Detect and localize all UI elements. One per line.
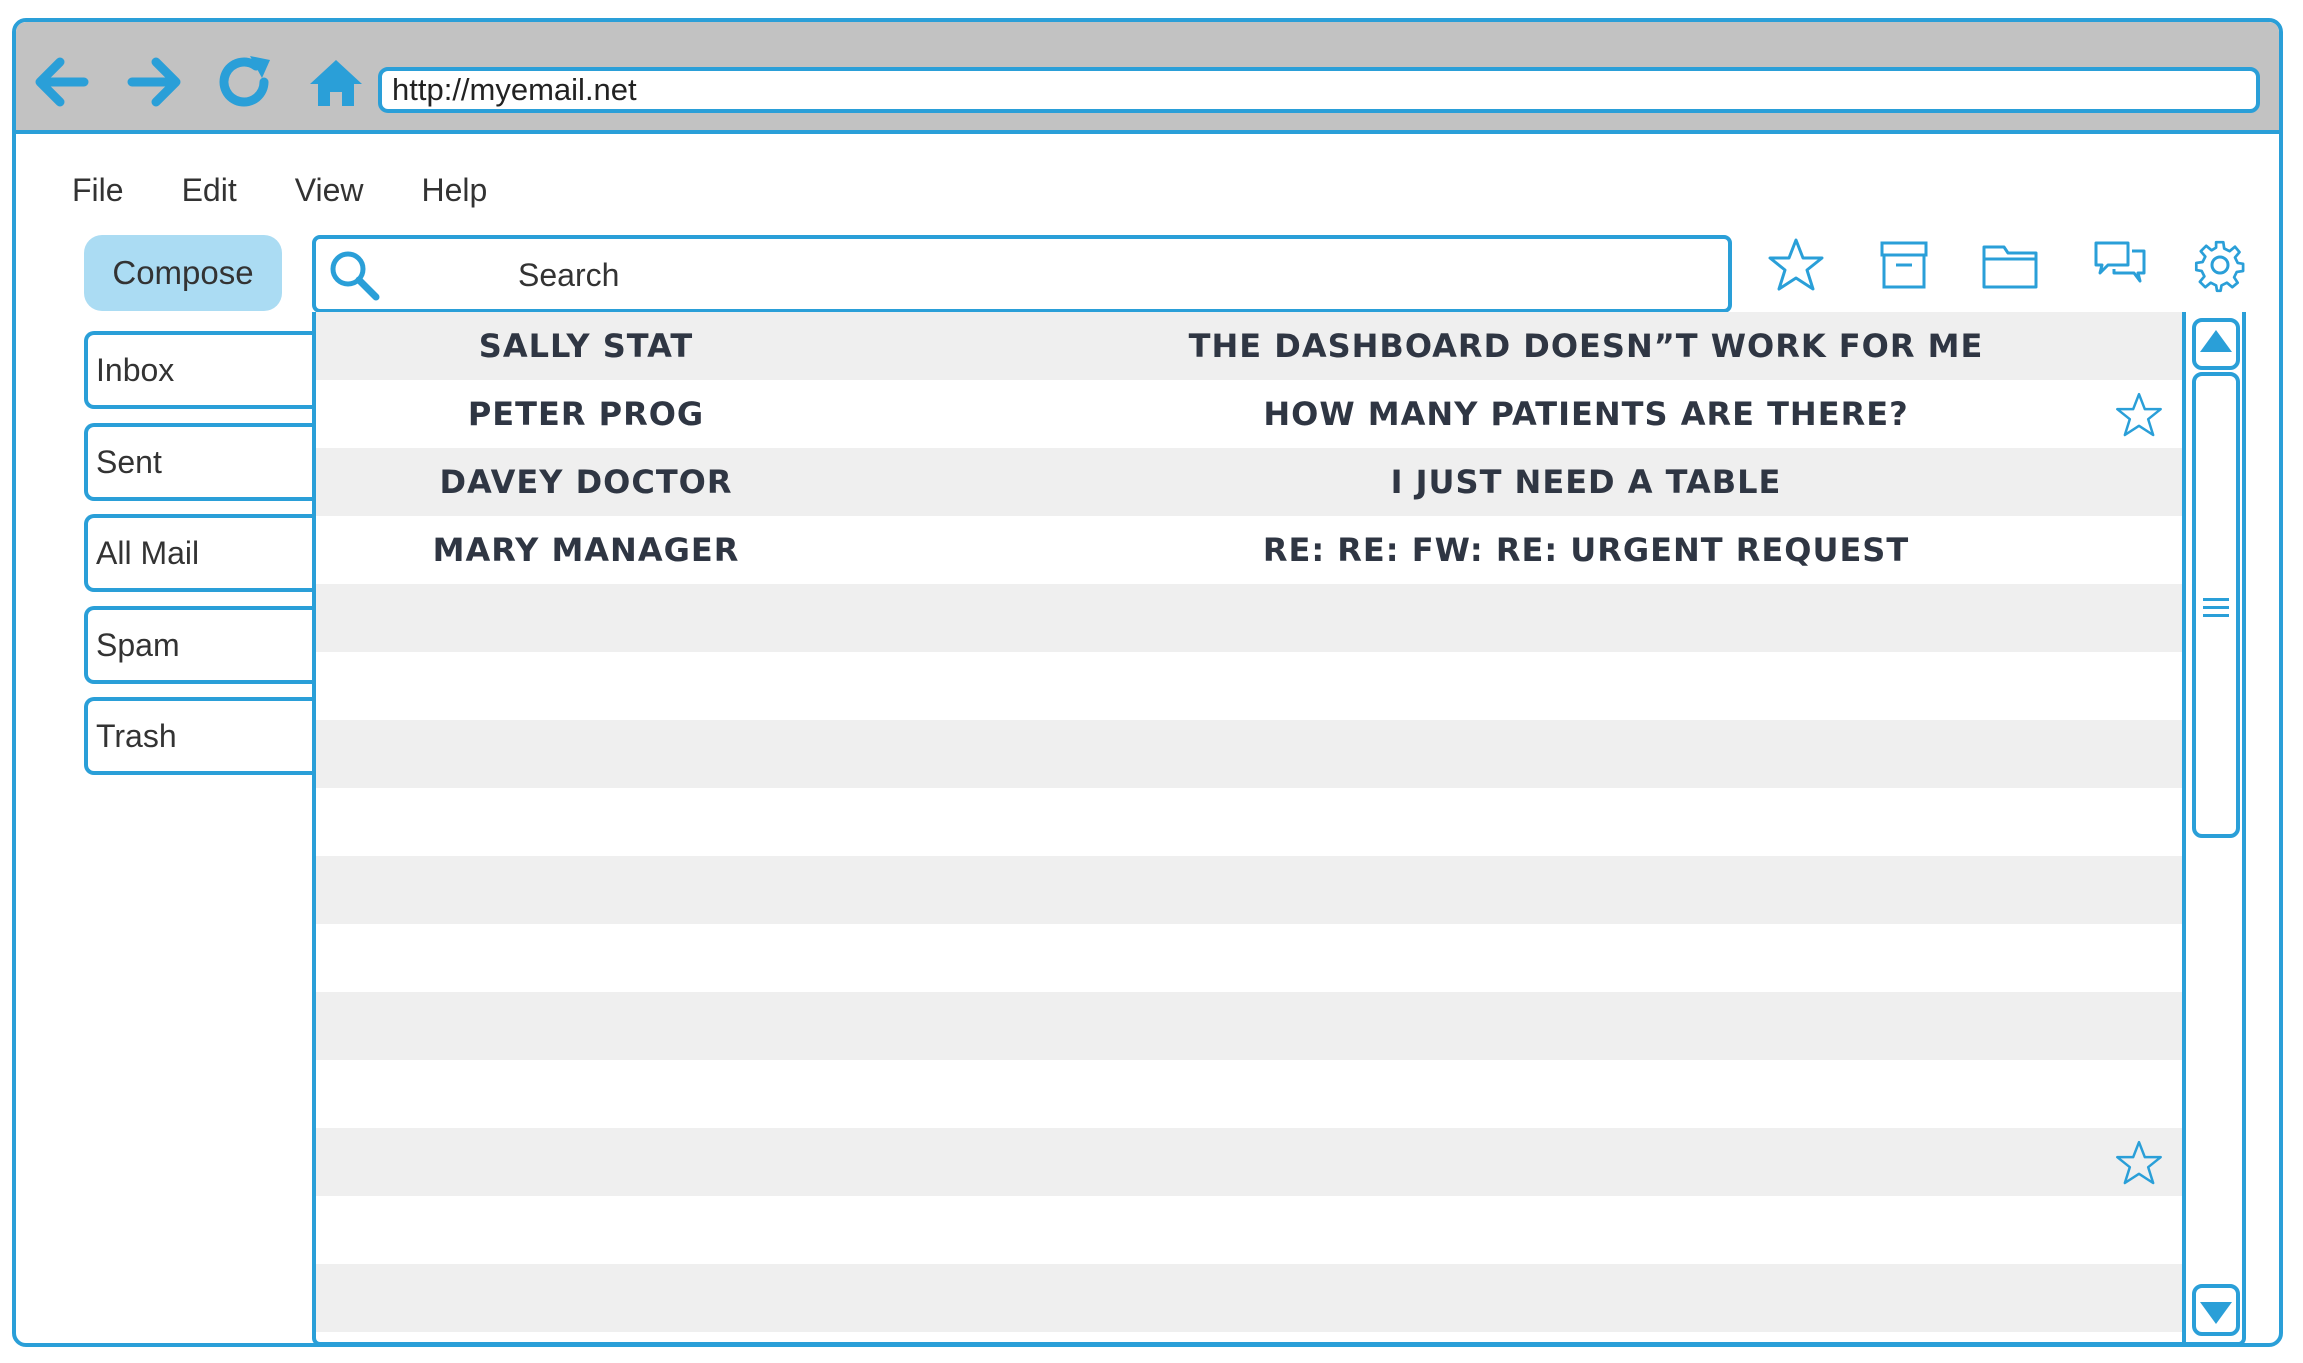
email-sender: SALLY STAT (478, 327, 694, 365)
star-icon[interactable] (2114, 390, 2164, 440)
email-list: SALLY STAT THE DASHBOARD DOESN”T WORK FOR… (312, 312, 2246, 1343)
email-row[interactable] (316, 1196, 2182, 1264)
scroll-down-button[interactable] (2192, 1284, 2240, 1336)
email-sender (316, 1196, 856, 1264)
email-row[interactable] (316, 856, 2182, 924)
email-subject (1036, 1128, 2136, 1196)
email-subject (1036, 856, 2136, 924)
folder-inbox[interactable]: Inbox (84, 331, 312, 409)
folder-all-mail[interactable]: All Mail (84, 514, 312, 592)
email-sender (316, 1060, 856, 1128)
email-sender (316, 584, 856, 652)
url-bar[interactable]: http://myemail.net (378, 67, 2260, 113)
email-sender: MARY MANAGER (432, 531, 740, 569)
menu-edit[interactable]: Edit (182, 172, 237, 222)
scroll-up-button[interactable] (2192, 318, 2240, 370)
menu-bar: File Edit View Help (72, 172, 545, 222)
email-subject (1036, 1196, 2136, 1264)
email-sender (316, 1264, 856, 1332)
compose-button[interactable]: Compose (84, 235, 282, 311)
email-sender (316, 924, 856, 992)
email-subject: HOW MANY PATIENTS ARE THERE? (1263, 395, 1909, 433)
email-row[interactable] (316, 584, 2182, 652)
email-row[interactable] (316, 788, 2182, 856)
email-row[interactable]: SALLY STAT THE DASHBOARD DOESN”T WORK FOR… (316, 312, 2182, 380)
menu-help[interactable]: Help (421, 172, 487, 222)
email-sender (316, 652, 856, 720)
email-subject (1036, 924, 2136, 992)
email-row[interactable] (316, 924, 2182, 992)
chat-icon[interactable] (2090, 235, 2150, 295)
star-icon[interactable] (2114, 1138, 2164, 1188)
email-subject (1036, 1060, 2136, 1128)
browser-window: http://myemail.net File Edit View Help C… (12, 18, 2283, 1347)
email-subject (1036, 584, 2136, 652)
email-subject: THE DASHBOARD DOESN”T WORK FOR ME (1188, 327, 1984, 365)
forward-arrow-icon[interactable] (126, 52, 186, 112)
email-sender: DAVEY DOCTOR (439, 463, 733, 501)
email-subject (1036, 788, 2136, 856)
star-icon[interactable] (1766, 235, 1826, 295)
folder-spam[interactable]: Spam (84, 606, 312, 684)
email-sender (316, 788, 856, 856)
email-sender: PETER PROG (467, 395, 705, 433)
menu-file[interactable]: File (72, 172, 124, 222)
browser-toolbar: http://myemail.net (16, 22, 2279, 134)
home-icon[interactable] (306, 52, 366, 112)
back-arrow-icon[interactable] (30, 52, 90, 112)
folder-sent[interactable]: Sent (84, 423, 312, 501)
folder-trash[interactable]: Trash (84, 697, 312, 775)
email-row[interactable] (316, 1060, 2182, 1128)
menu-view[interactable]: View (295, 172, 364, 222)
email-row[interactable] (316, 652, 2182, 720)
email-row[interactable]: DAVEY DOCTOR I JUST NEED A TABLE (316, 448, 2182, 516)
email-row[interactable] (316, 1264, 2182, 1332)
folder-icon[interactable] (1980, 235, 2040, 295)
email-subject (1036, 720, 2136, 788)
email-sender (316, 720, 856, 788)
settings-gear-icon[interactable] (2190, 235, 2250, 295)
email-row[interactable]: MARY MANAGER RE: RE: FW: RE: URGENT REQUE… (316, 516, 2182, 584)
email-sender (316, 856, 856, 924)
email-sender (316, 1128, 856, 1196)
email-subject (1036, 652, 2136, 720)
email-subject (1036, 992, 2136, 1060)
email-row[interactable] (316, 720, 2182, 788)
email-subject: I JUST NEED A TABLE (1390, 463, 1782, 501)
archive-icon[interactable] (1874, 235, 1934, 295)
grip-line (2203, 614, 2229, 617)
search-icon (328, 249, 380, 301)
email-subject: RE: RE: FW: RE: URGENT REQUEST (1262, 531, 1910, 569)
email-row[interactable]: PETER PROG HOW MANY PATIENTS ARE THERE? (316, 380, 2182, 448)
grip-line (2203, 606, 2229, 609)
email-sender (316, 992, 856, 1060)
scrollbar[interactable] (2182, 312, 2242, 1342)
scroll-thumb[interactable] (2192, 372, 2240, 838)
email-row[interactable] (316, 1128, 2182, 1196)
grip-line (2203, 598, 2229, 601)
search-input[interactable] (516, 239, 1620, 311)
email-row[interactable] (316, 992, 2182, 1060)
email-subject (1036, 1264, 2136, 1332)
refresh-icon[interactable] (216, 52, 276, 112)
search-bar (312, 235, 1732, 313)
